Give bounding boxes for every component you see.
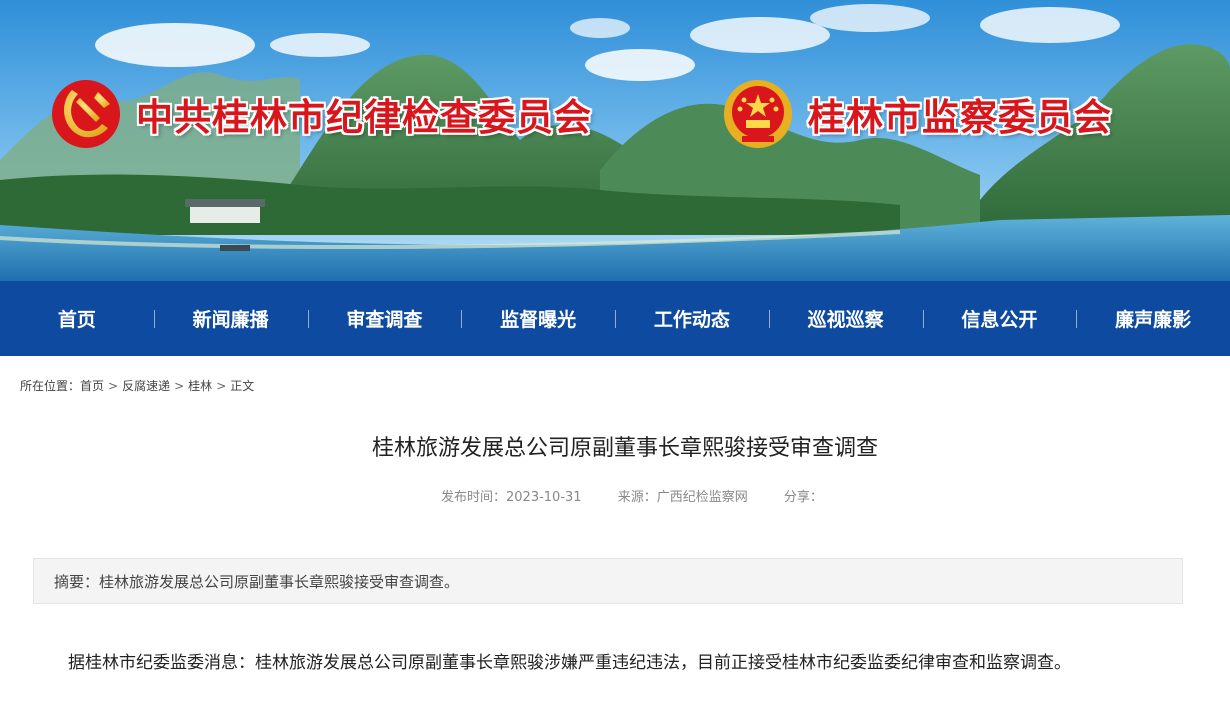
breadcrumb-anticorruption-link[interactable]: 反腐速递 [122, 379, 170, 393]
breadcrumb-current: 正文 [230, 379, 255, 393]
breadcrumb-home-link[interactable]: 首页 [80, 379, 104, 393]
nav-item-work-news[interactable]: 工作动态 [615, 305, 769, 332]
breadcrumb-separator: > [216, 379, 227, 393]
share-label[interactable]: 分享： [784, 490, 823, 505]
article-source: 来源：广西纪检监察网 [617, 490, 748, 505]
publish-time: 发布时间：2023-10-31 [441, 490, 582, 505]
article-title: 桂林旅游发展总公司原副董事长章熙骏接受审查调查 [371, 436, 878, 461]
header-banner: 中共桂林市纪律检查委员会 桂林市监察委员会 [0, 0, 1230, 281]
breadcrumb-guilin-link[interactable]: 桂林 [188, 379, 212, 393]
nav-item-integrity-media[interactable]: 廉声廉影 [1076, 305, 1230, 332]
left-org-logo: 中共桂林市纪律检查委员会 [50, 78, 592, 150]
national-emblem-icon [724, 80, 792, 148]
nav-item-home[interactable]: 首页 [0, 305, 154, 332]
nav-item-news[interactable]: 新闻廉播 [153, 305, 308, 332]
party-emblem-icon [52, 80, 120, 148]
article-meta: 发布时间：2023-10-31 来源：广西纪检监察网 分享： [441, 486, 855, 505]
nav-item-info-disclosure[interactable]: 信息公开 [922, 305, 1077, 332]
nav-item-supervision-exposure[interactable]: 监督曝光 [461, 305, 615, 332]
nav-item-review-investigation[interactable]: 审查调查 [307, 305, 462, 332]
left-org-title: 中共桂林市纪律检查委员会 [136, 95, 592, 139]
article-body: 据桂林市纪委监委消息：桂林旅游发展总公司原副董事长章熙骏涉嫌严重违纪违法，目前正… [68, 653, 1071, 673]
main-nav: 首页 新闻廉播 审查调查 监督曝光 工作动态 巡视巡察 信息公开 廉声廉影 [0, 281, 1230, 356]
nav-item-inspection[interactable]: 巡视巡察 [768, 305, 923, 332]
breadcrumb-separator: > [174, 379, 185, 393]
breadcrumb: 所在位置：首页 > 反腐速递 > 桂林 > 正文 [20, 377, 254, 394]
breadcrumb-separator: > [108, 379, 119, 393]
article-summary: 摘要：桂林旅游发展总公司原副董事长章熙骏接受审查调查。 [33, 558, 1183, 604]
breadcrumb-prefix: 所在位置： [20, 379, 81, 393]
right-org-title: 桂林市监察委员会 [808, 95, 1112, 139]
right-org-logo: 桂林市监察委员会 [722, 78, 1112, 150]
